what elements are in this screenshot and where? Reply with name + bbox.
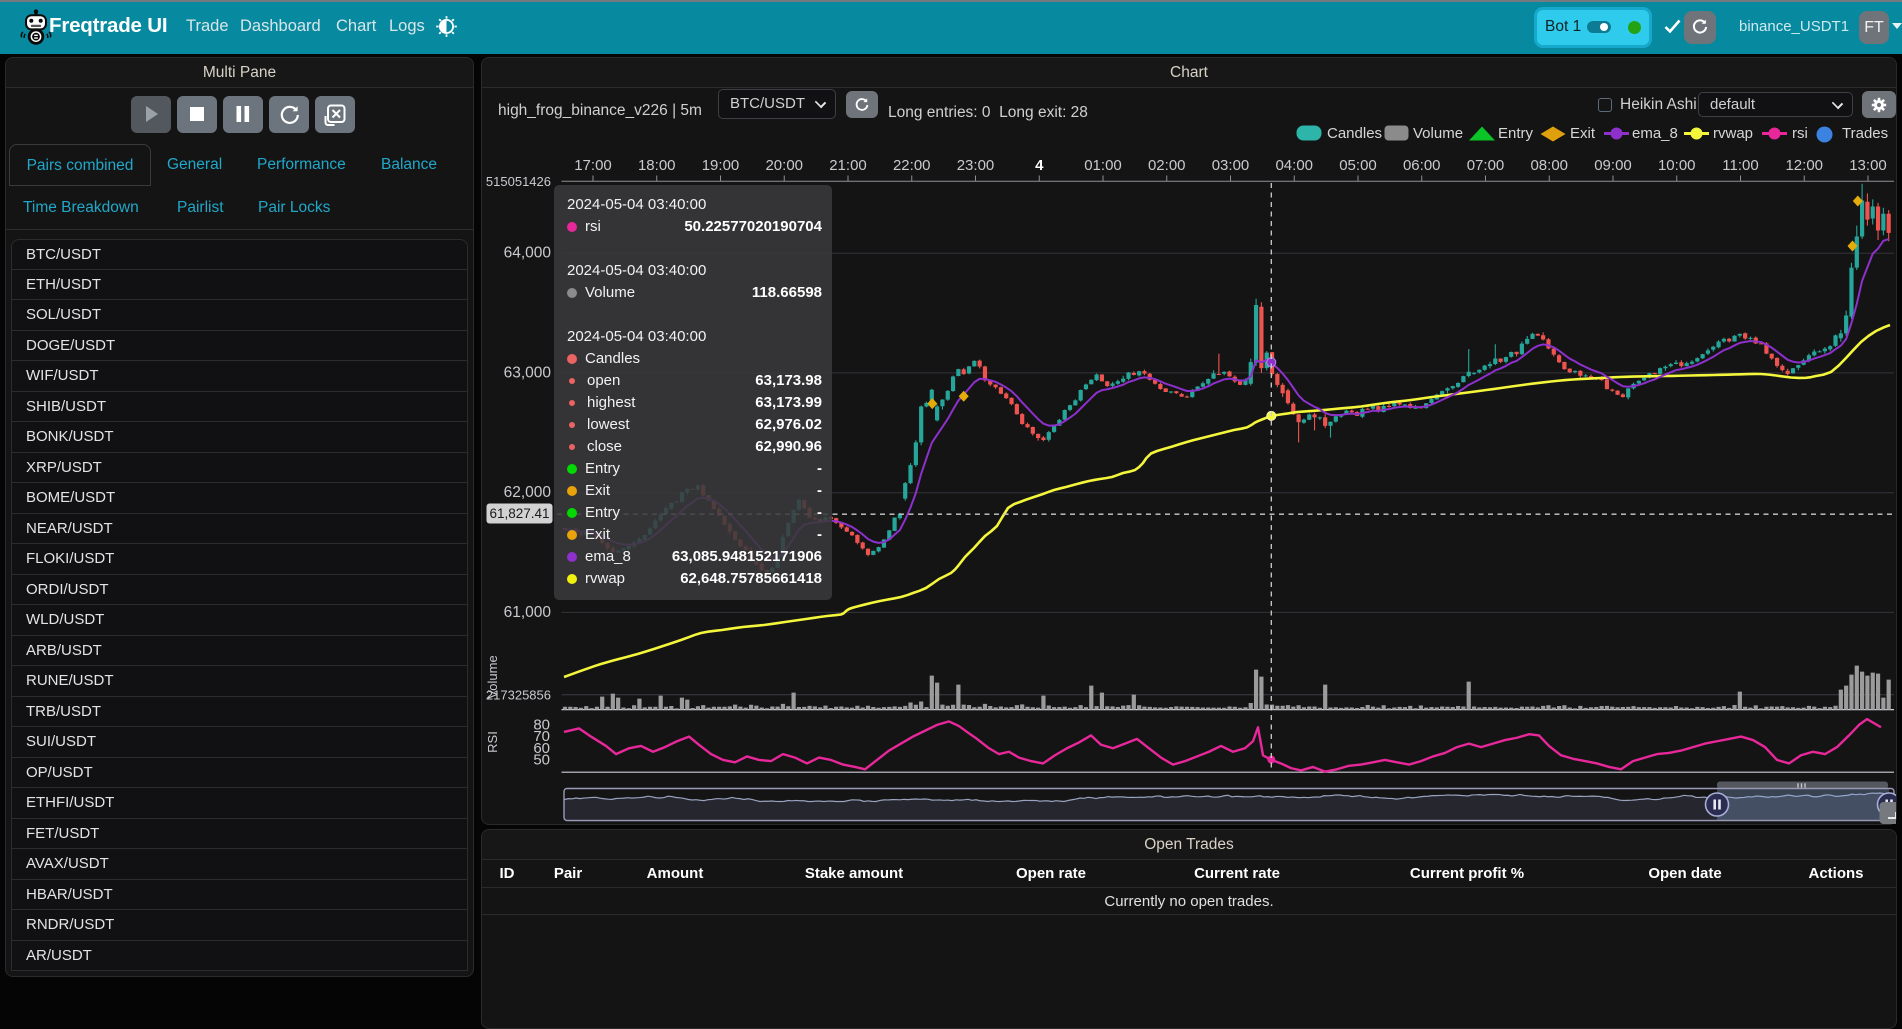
svg-text:07:00: 07:00 xyxy=(1467,157,1505,174)
svg-text:61,000: 61,000 xyxy=(504,604,552,621)
svg-text:18:00: 18:00 xyxy=(638,157,676,174)
svg-text:05:00: 05:00 xyxy=(1339,157,1377,174)
svg-text:63,000: 63,000 xyxy=(504,364,552,381)
svg-text:21:00: 21:00 xyxy=(829,157,867,174)
svg-text:23:00: 23:00 xyxy=(957,157,995,174)
svg-text:12:00: 12:00 xyxy=(1785,157,1823,174)
svg-text:01:00: 01:00 xyxy=(1084,157,1122,174)
svg-text:515051426: 515051426 xyxy=(486,174,551,189)
svg-text:02:00: 02:00 xyxy=(1148,157,1186,174)
svg-text:RSI: RSI xyxy=(485,731,500,753)
svg-text:64,000: 64,000 xyxy=(504,245,552,262)
svg-text:Volume: Volume xyxy=(485,655,500,698)
svg-text:17:00: 17:00 xyxy=(574,157,612,174)
svg-text:22:00: 22:00 xyxy=(893,157,931,174)
svg-text:62,000: 62,000 xyxy=(504,484,552,501)
svg-text:4: 4 xyxy=(1035,157,1044,174)
svg-text:03:00: 03:00 xyxy=(1212,157,1250,174)
svg-text:09:00: 09:00 xyxy=(1594,157,1632,174)
svg-text:08:00: 08:00 xyxy=(1530,157,1568,174)
svg-text:04:00: 04:00 xyxy=(1275,157,1313,174)
svg-text:61,827.41: 61,827.41 xyxy=(489,506,549,521)
svg-text:19:00: 19:00 xyxy=(702,157,740,174)
svg-text:10:00: 10:00 xyxy=(1658,157,1696,174)
svg-text:13:00: 13:00 xyxy=(1849,157,1887,174)
svg-text:06:00: 06:00 xyxy=(1403,157,1441,174)
svg-text:11:00: 11:00 xyxy=(1722,157,1758,174)
svg-text:20:00: 20:00 xyxy=(765,157,803,174)
svg-text:50: 50 xyxy=(533,751,550,768)
